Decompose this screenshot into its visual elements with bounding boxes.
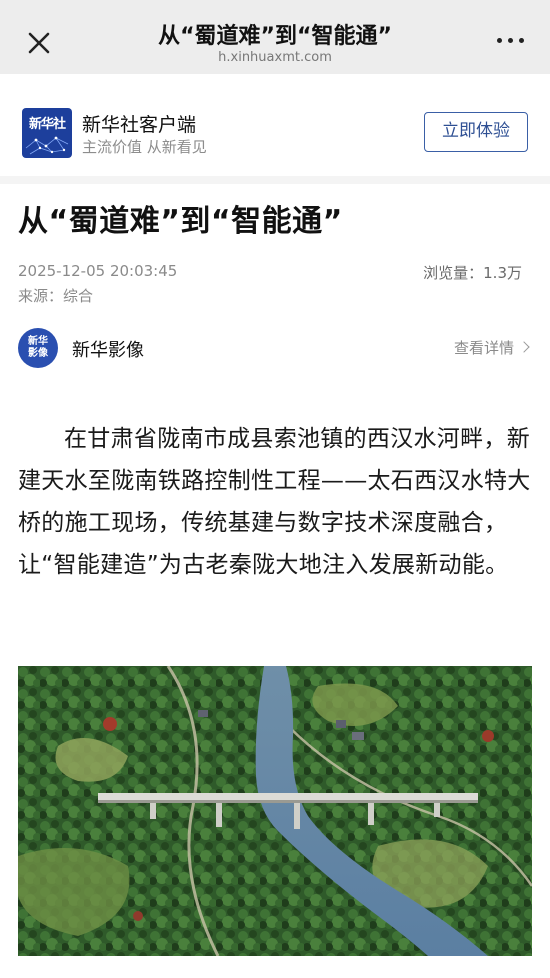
view-count: 浏览量：1.3万 [423, 264, 522, 282]
app-banner: 新华社 新华社客户端 主流价值 从新看见 立即体验 [0, 74, 550, 184]
article-source: 来源：综合 [18, 287, 94, 305]
author-name[interactable]: 新华影像 [72, 336, 144, 362]
more-horizontal-icon[interactable] [496, 30, 526, 50]
view-details-label: 查看详情 [453, 339, 514, 357]
chevron-right-icon [518, 341, 530, 353]
try-now-button[interactable]: 立即体验 [424, 112, 528, 152]
page-url: h.xinhuaxmt.com [218, 50, 332, 65]
article-image[interactable] [18, 666, 532, 956]
app-slogan: 主流价值 从新看见 [82, 138, 207, 156]
xinhua-logo: 新华社 [22, 108, 72, 158]
avatar[interactable]: 新华 影像 [18, 328, 58, 368]
avatar-text: 新华 影像 [28, 336, 48, 359]
article-headline: 从“蜀道难”到“智能通” [18, 204, 343, 239]
view-details-link[interactable]: 查看详情 [453, 337, 530, 358]
page-title: 从“蜀道难”到“智能通” [158, 24, 392, 49]
bridge-illustration [18, 666, 532, 956]
article-paragraph: 在甘肃省陇南市成县索池镇的西汉水河畔，新建天水至陇南铁路控制性工程——太石西汉水… [18, 426, 531, 578]
publish-time: 2025-12-05 20:03:45 [18, 262, 178, 280]
browser-topbar: 从“蜀道难”到“智能通” h.xinhuaxmt.com [0, 0, 550, 74]
app-name: 新华社客户端 [82, 114, 197, 136]
